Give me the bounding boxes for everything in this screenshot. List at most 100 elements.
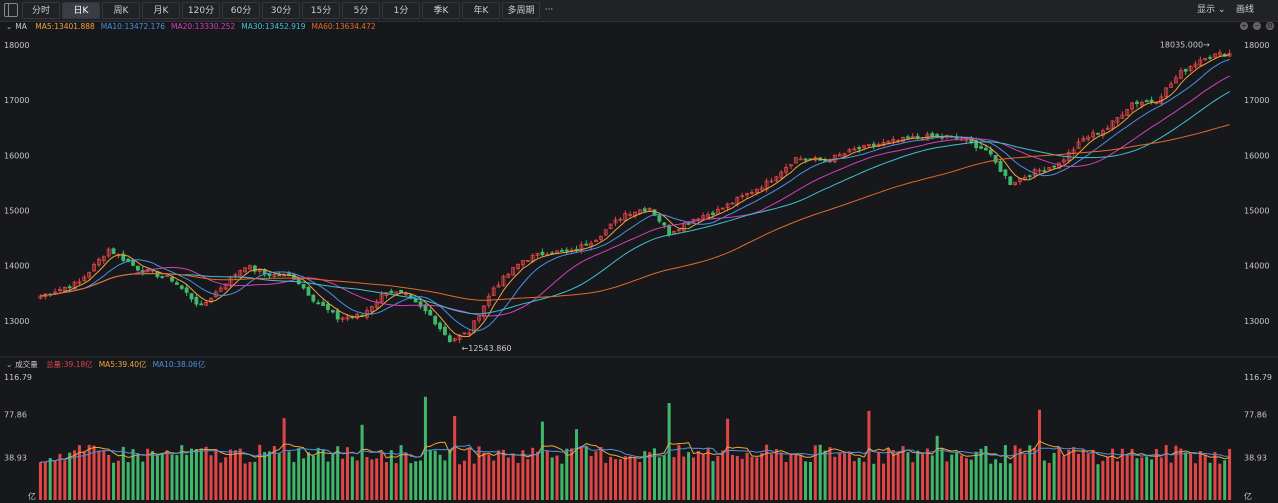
candle-body [194, 296, 199, 305]
volume-bar [911, 462, 915, 500]
volume-bar [1154, 449, 1158, 500]
volume-bar [1150, 459, 1154, 500]
volume-bar [394, 463, 398, 500]
candle-body [111, 248, 116, 255]
volume-bar [594, 451, 598, 500]
candle-body [711, 212, 715, 216]
volume-bar [277, 453, 281, 500]
volume-bar [691, 457, 695, 500]
volume-bar [613, 459, 618, 500]
candle-body [686, 223, 691, 225]
candle-body [798, 158, 803, 161]
volume-bar [1169, 462, 1173, 500]
volume-bar [297, 448, 301, 500]
volume-bar [769, 454, 773, 500]
volume-bar [838, 452, 842, 500]
volume-bar [896, 451, 900, 500]
price-axis-label-right: 17000 [1244, 96, 1269, 105]
volume-bar [1003, 445, 1007, 500]
volume-bar [570, 448, 574, 500]
volume-bar [165, 450, 169, 500]
volume-bar [43, 461, 47, 500]
candle-body [447, 335, 452, 343]
volume-bar [745, 452, 749, 500]
volume-bar [560, 463, 564, 500]
candle-body [311, 294, 316, 302]
volume-bar [160, 452, 164, 500]
candle-body [335, 310, 340, 320]
volume-unit-right: 亿 [1244, 491, 1252, 501]
volume-bar [1140, 457, 1144, 500]
volume-axis-label-left: 38.93 [4, 453, 27, 462]
volume-bar [609, 456, 613, 500]
volume-bar [760, 453, 764, 500]
candle-body [413, 298, 418, 303]
volume-bar [604, 462, 608, 500]
volume-bar [146, 448, 150, 500]
volume-bar [141, 461, 145, 500]
volume-bar [224, 457, 228, 500]
volume-bar [267, 451, 272, 500]
volume-bar [857, 457, 861, 500]
volume-bar [677, 444, 681, 500]
volume-axis-label-left: 77.86 [4, 411, 27, 420]
candle-body [135, 265, 140, 271]
volume-bar [804, 461, 808, 500]
volume-bar [92, 445, 96, 500]
candle-body [428, 309, 433, 316]
volume-bar [589, 456, 593, 500]
candle-body [301, 283, 306, 289]
volume-axis-label-right: 38.93 [1244, 453, 1267, 462]
volume-bar [151, 451, 155, 500]
volume-bar [750, 456, 754, 500]
volume-bar [1218, 463, 1222, 500]
volume-bar [808, 461, 812, 500]
candle-body [1183, 68, 1188, 72]
volume-bar [633, 457, 637, 500]
volume-bar [662, 455, 666, 500]
volume-bar [107, 454, 111, 500]
volume-bar [219, 462, 223, 500]
volume-bar [443, 460, 447, 500]
volume-bar [1223, 460, 1227, 500]
volume-bar [112, 462, 116, 500]
volume-bar [648, 452, 652, 500]
volume-bar [950, 454, 954, 500]
candle-body [983, 147, 988, 151]
candle-body [174, 282, 179, 285]
volume-bar [321, 449, 325, 500]
volume-bar [536, 451, 540, 500]
volume-bar [935, 435, 939, 500]
volume-bar [877, 452, 881, 500]
volume-bar [1213, 452, 1217, 500]
volume-bar [263, 452, 267, 500]
volume-bar [925, 448, 929, 500]
candle-body [316, 302, 321, 305]
candle-body [330, 310, 335, 313]
volume-bar [799, 454, 803, 500]
kline-chart[interactable]: 13000 13000 14000 14000 15000 15000 16000 16000… [0, 0, 1278, 503]
candle-body [1052, 165, 1057, 168]
volume-bar [1018, 448, 1022, 500]
volume-bar [414, 461, 418, 500]
price-axis-label-left: 17000 [4, 96, 29, 105]
volume-bar [316, 447, 320, 500]
volume-bar [657, 457, 661, 500]
volume-bar [116, 460, 120, 500]
candle-body [979, 146, 983, 149]
volume-bar [916, 450, 920, 500]
candle-body [443, 326, 447, 336]
volume-bar [68, 452, 72, 500]
candle-body [857, 146, 862, 150]
candle-body [179, 285, 184, 289]
volume-bar [492, 460, 496, 500]
volume-bar [336, 446, 340, 500]
volume-bar [891, 450, 895, 500]
volume-bar [209, 455, 213, 500]
volume-bar [1047, 462, 1051, 500]
volume-bar [228, 449, 233, 500]
volume-bar [233, 450, 237, 500]
candle-body [277, 274, 282, 277]
volume-bar [565, 448, 569, 500]
candle-body [321, 302, 326, 307]
